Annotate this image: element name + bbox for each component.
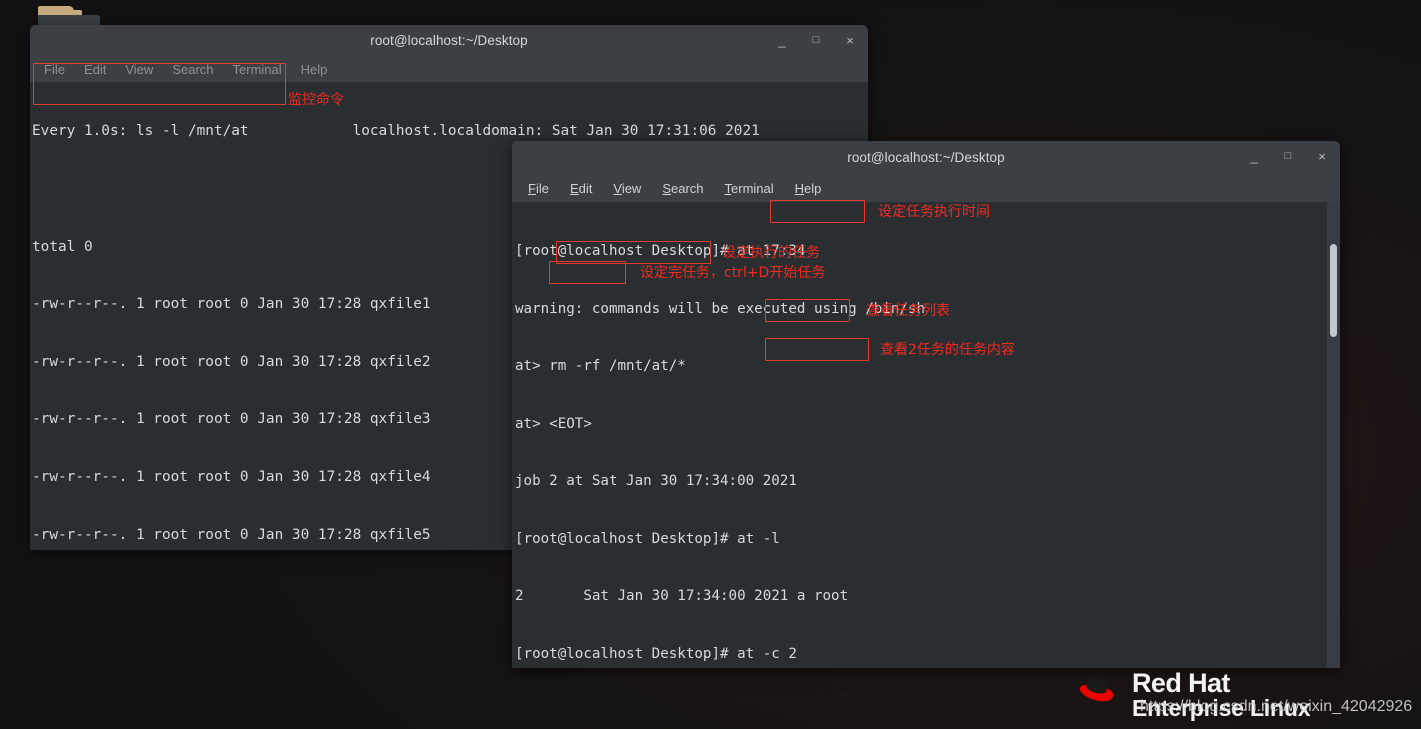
terminal2-line: [root@localhost Desktop]# at 17:34	[515, 243, 806, 260]
terminal1-title: root@localhost:~/Desktop	[370, 33, 528, 48]
terminal1-titlebar[interactable]: root@localhost:~/Desktop _ □ ×	[30, 25, 868, 56]
terminal2-line: job 2 at Sat Jan 30 17:34:00 2021	[515, 473, 797, 490]
red-hat-logo-icon	[1080, 677, 1114, 702]
menu-view[interactable]: View	[613, 181, 641, 196]
menu-search[interactable]: Search	[172, 62, 213, 77]
red-hat-line1: Red Hat	[1132, 668, 1230, 698]
terminal2-menubar[interactable]: File Edit View Search Terminal Help	[512, 174, 1340, 202]
menu-terminal[interactable]: Terminal	[233, 62, 282, 77]
terminal2-titlebar[interactable]: root@localhost:~/Desktop _ □ ×	[512, 141, 1340, 174]
terminal2-line: warning: commands will be executed using…	[515, 300, 925, 317]
terminal2-window-controls[interactable]: _ □ ×	[1248, 141, 1328, 172]
menu-view-rest: iew	[621, 180, 642, 196]
terminal2-line: 2 Sat Jan 30 17:34:00 2021 a root	[515, 588, 849, 605]
menu-help-rest: elp	[804, 180, 822, 196]
menu-view-mnemonic: V	[613, 180, 622, 196]
menu-search-rest: earch	[671, 180, 704, 196]
menu-file-mnemonic: F	[528, 180, 536, 196]
close-icon[interactable]: ×	[844, 34, 856, 47]
maximize-icon[interactable]: □	[810, 35, 822, 46]
terminal1-window-controls[interactable]: _ □ ×	[776, 25, 856, 56]
minimize-icon[interactable]: _	[776, 34, 788, 47]
minimize-icon[interactable]: _	[1248, 150, 1260, 163]
watch-header-line: Every 1.0s: ls -l /mnt/at localhost.loca…	[32, 123, 760, 140]
menu-edit[interactable]: Edit	[570, 181, 592, 196]
menu-search-mnemonic: S	[662, 180, 671, 196]
menu-file[interactable]: File	[44, 62, 65, 77]
terminal2-line: [root@localhost Desktop]# at -l	[515, 530, 780, 547]
terminal2-line: at> <EOT>	[515, 415, 592, 432]
menu-help-mnemonic: H	[794, 180, 805, 196]
menu-terminal[interactable]: Terminal	[725, 181, 774, 196]
scrollbar-thumb[interactable]	[1330, 244, 1337, 337]
terminal2-screen[interactable]: [root@localhost Desktop]# at 17:34 warni…	[512, 202, 1340, 668]
menu-edit-rest: dit	[578, 180, 593, 196]
menu-search[interactable]: Search	[662, 181, 703, 196]
menu-file-rest: ile	[535, 180, 549, 196]
terminal2-scrollbar[interactable]	[1327, 202, 1340, 668]
menu-help[interactable]: Help	[301, 62, 328, 77]
close-icon[interactable]: ×	[1316, 150, 1328, 163]
terminal-window-at[interactable]: root@localhost:~/Desktop _ □ × File Edit…	[512, 141, 1340, 668]
menu-edit-mnemonic: E	[569, 180, 579, 196]
maximize-icon[interactable]: □	[1282, 151, 1294, 162]
terminal1-menubar[interactable]: File Edit View Search Terminal Help	[30, 56, 868, 82]
terminal2-line: at> rm -rf /mnt/at/*	[515, 358, 686, 375]
csdn-watermark: https://blog.csdn.net/weixin_42042926	[1140, 698, 1413, 715]
menu-edit[interactable]: Edit	[84, 62, 106, 77]
terminal2-title: root@localhost:~/Desktop	[847, 150, 1005, 165]
menu-file[interactable]: File	[528, 181, 549, 196]
menu-view[interactable]: View	[125, 62, 153, 77]
menu-help[interactable]: Help	[795, 181, 822, 196]
terminal2-line: [root@localhost Desktop]# at -c 2	[515, 645, 797, 662]
menu-terminal-rest: erminal	[731, 180, 774, 196]
